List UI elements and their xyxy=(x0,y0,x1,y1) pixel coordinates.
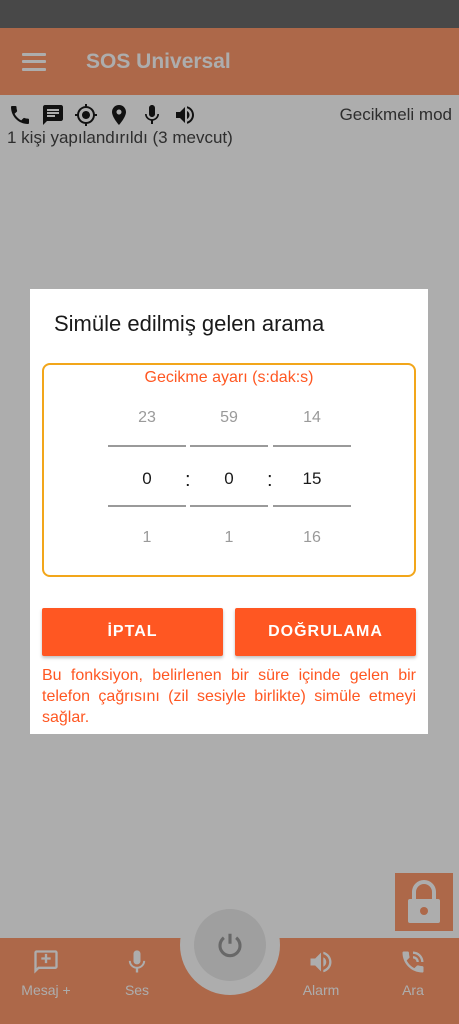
dialog-title: Simüle edilmiş gelen arama xyxy=(54,311,325,336)
time-separator: : xyxy=(267,469,273,491)
cancel-button[interactable]: İPTAL xyxy=(42,608,223,656)
simulated-call-dialog: Simüle edilmiş gelen arama Gecikme ayarı… xyxy=(30,289,428,734)
picker-label: Gecikme ayarı (s:dak:s) xyxy=(144,369,314,386)
seconds-prev-value[interactable]: 14 xyxy=(273,409,351,427)
hours-picker[interactable]: 23 0 1 xyxy=(108,405,186,555)
minutes-prev-value[interactable]: 59 xyxy=(190,409,268,427)
help-text: Bu fonksiyon, belirlenen bir süre içinde… xyxy=(42,667,416,726)
minutes-picker[interactable]: 59 0 1 xyxy=(190,405,268,555)
seconds-current-value[interactable]: 15 xyxy=(273,469,351,489)
delay-picker: Gecikme ayarı (s:dak:s) 23 0 1 : 59 0 1 … xyxy=(42,363,416,577)
minutes-current-value[interactable]: 0 xyxy=(190,469,268,489)
confirm-button[interactable]: DOĞRULAMA xyxy=(235,608,416,656)
minutes-next-value[interactable]: 1 xyxy=(190,529,268,547)
hours-prev-value[interactable]: 23 xyxy=(108,409,186,427)
hours-current-value[interactable]: 0 xyxy=(108,469,186,489)
seconds-next-value[interactable]: 16 xyxy=(273,529,351,547)
hours-next-value[interactable]: 1 xyxy=(108,529,186,547)
seconds-picker[interactable]: 14 15 16 xyxy=(273,405,351,555)
